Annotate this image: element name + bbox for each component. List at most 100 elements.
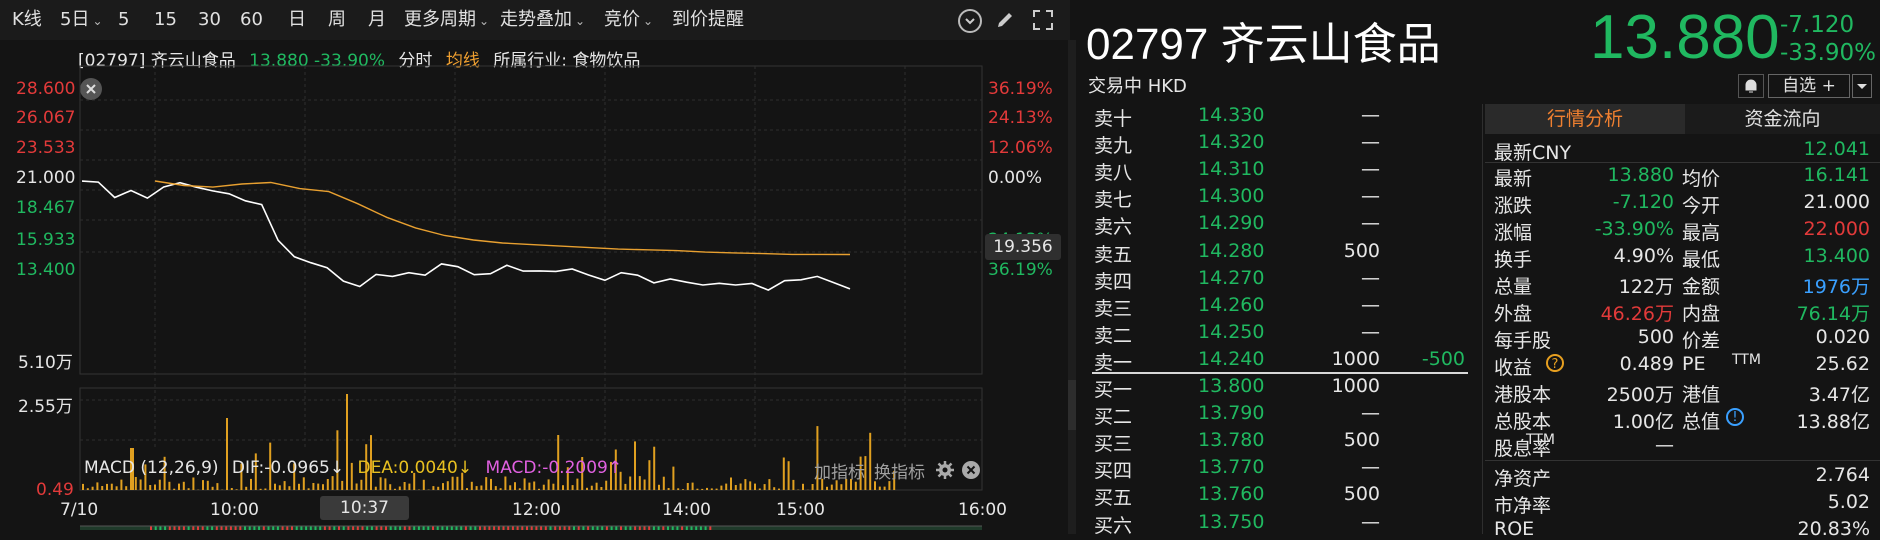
- tab-analysis[interactable]: 行情分析: [1485, 104, 1685, 134]
- toolbar-item-2[interactable]: 5: [118, 0, 129, 40]
- toolbar-item-5[interactable]: 60: [240, 0, 263, 40]
- quote-label: 总股本: [1494, 407, 1551, 434]
- volume-bar: [111, 484, 113, 490]
- macd-bar: [409, 526, 411, 530]
- macd-bar: [427, 526, 429, 530]
- orderbook-level-label: 卖一: [1094, 348, 1132, 375]
- toolbar-item-label: 30: [198, 9, 221, 30]
- volume-bar: [279, 485, 281, 490]
- volume-bar: [658, 485, 660, 490]
- orderbook-volume: —: [1300, 456, 1380, 478]
- volume-bar: [668, 488, 670, 490]
- orderbook-level-label: 卖二: [1094, 321, 1132, 348]
- pct-axis-label: 0.00%: [988, 168, 1042, 188]
- toolbar-item-6[interactable]: 日: [288, 0, 306, 40]
- macd-bar: [691, 526, 693, 530]
- volume-bar: [711, 488, 713, 490]
- volume-bar: [552, 484, 554, 490]
- splitter-handle-icon[interactable]: [1068, 380, 1076, 430]
- macd-bar: [437, 526, 439, 530]
- macd-bar: [672, 526, 674, 530]
- toolbar-item-9[interactable]: 更多周期⌄: [404, 0, 489, 40]
- time-axis-label: 10:37: [320, 496, 409, 520]
- volume-bar: [687, 483, 689, 490]
- toolbar-item-label: 更多周期: [404, 9, 476, 30]
- macd-bar: [291, 526, 293, 530]
- macd-bar: [385, 526, 387, 530]
- dea-arrow-icon: ↓: [458, 458, 472, 478]
- orderbook-price: 14.290: [1198, 212, 1264, 234]
- toolbar-item-label: 日: [288, 9, 306, 30]
- draw-icon[interactable]: [994, 9, 1016, 31]
- volume-bar: [87, 488, 89, 490]
- macd-bar: [676, 526, 678, 530]
- price-line: [82, 181, 850, 290]
- ttm-label: TTM: [1526, 432, 1555, 448]
- macd-bar: [700, 526, 702, 530]
- tab-money-flow[interactable]: 资金流向: [1685, 104, 1880, 134]
- close-indicator-icon[interactable]: [962, 461, 980, 479]
- toolbar-item-label: 15: [154, 9, 177, 30]
- macd-bar: [634, 526, 636, 530]
- volume-bar: [360, 480, 362, 490]
- add-indicator-button[interactable]: 加指标: [814, 458, 865, 483]
- quote-value: 2500万: [1580, 380, 1674, 407]
- macd-bar: [705, 526, 707, 530]
- quote-label: 港股本: [1494, 380, 1551, 407]
- collapse-icon[interactable]: [958, 9, 982, 33]
- orderbook-volume: —: [1300, 267, 1380, 289]
- quote-value: 1.00亿: [1580, 407, 1674, 434]
- orderbook-price: 13.760: [1198, 483, 1264, 505]
- macd-bar: [451, 526, 453, 530]
- info-icon[interactable]: !: [1726, 408, 1744, 426]
- macd-bar: [559, 526, 561, 530]
- volume-bar: [826, 487, 828, 490]
- bell-icon[interactable]: [1738, 74, 1764, 98]
- volume-bar: [562, 485, 564, 490]
- toolbar-item-1[interactable]: 5日⌄: [60, 0, 103, 40]
- change-indicator-button[interactable]: 换指标: [874, 458, 925, 483]
- volume-bar: [500, 488, 502, 490]
- macd-bar: [300, 526, 302, 530]
- macd-bar: [493, 526, 495, 530]
- toolbar-item-7[interactable]: 周: [328, 0, 346, 40]
- macd-bar: [611, 526, 613, 530]
- toolbar-item-0[interactable]: K线: [12, 0, 42, 40]
- panel-splitter[interactable]: [1068, 40, 1076, 534]
- macd-bar: [474, 526, 476, 530]
- orderbook-volume: —: [1300, 158, 1380, 180]
- toolbar-item-11[interactable]: 竞价⌄: [604, 0, 653, 40]
- volume-bar: [202, 480, 204, 490]
- add-watchlist-button[interactable]: 自选 +: [1768, 74, 1850, 98]
- macd-bar: [192, 526, 194, 530]
- toolbar-item-4[interactable]: 30: [198, 0, 221, 40]
- toolbar-item-3[interactable]: 15: [154, 0, 177, 40]
- macd-bar: [597, 526, 599, 530]
- volume-bar: [879, 487, 881, 490]
- volume-bar: [831, 485, 833, 490]
- toolbar-item-label: 月: [368, 9, 386, 30]
- quote-label: 总量: [1494, 272, 1532, 299]
- toolbar-item-10[interactable]: 走势叠加⌄: [500, 0, 585, 40]
- orderbook-price: 14.280: [1198, 240, 1264, 262]
- macd-bar: [686, 526, 688, 530]
- volume-bar: [399, 487, 401, 491]
- help-icon[interactable]: ?: [1546, 354, 1564, 372]
- cny-value: 12.041: [1760, 138, 1870, 160]
- orderbook-level-label: 卖四: [1094, 267, 1132, 294]
- toolbar-item-8[interactable]: 月: [368, 0, 386, 40]
- macd-bar: [517, 526, 519, 530]
- toolbar-item-12[interactable]: 到价提醒: [672, 0, 744, 40]
- orderbook-volume: —: [1300, 321, 1380, 343]
- volume-bar: [783, 458, 785, 491]
- watchlist-dropdown-icon[interactable]: [1852, 74, 1872, 98]
- volume-bar: [332, 476, 334, 490]
- macd-bar: [272, 526, 274, 530]
- fullscreen-icon[interactable]: [1032, 9, 1054, 31]
- quote-label: 价差: [1682, 326, 1720, 353]
- macd-bar: [399, 526, 401, 530]
- volume-bar: [207, 481, 209, 490]
- macd-bar: [197, 526, 199, 530]
- macd-bar: [413, 526, 415, 530]
- settings-gear-icon[interactable]: [936, 461, 954, 479]
